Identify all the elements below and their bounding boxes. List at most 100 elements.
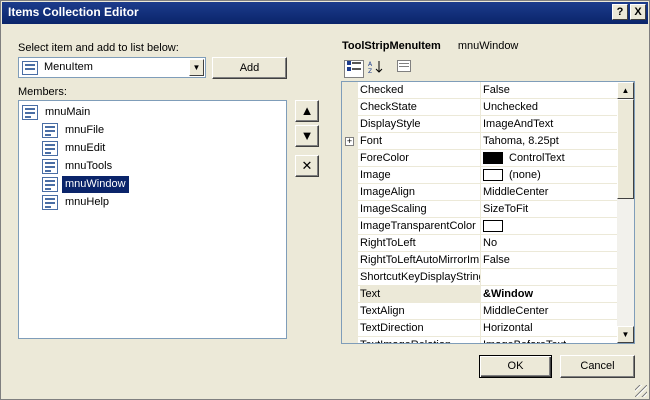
expand-plus-icon[interactable]: +: [345, 137, 354, 146]
property-value[interactable]: No: [483, 235, 617, 251]
property-value[interactable]: SizeToFit: [483, 201, 617, 217]
move-down-button[interactable]: ▼: [295, 125, 319, 147]
property-value-text: ControlText: [509, 152, 565, 164]
property-name: RightToLeft: [360, 235, 481, 251]
categorized-view-button[interactable]: [344, 60, 364, 78]
row-gutter: [342, 320, 358, 337]
select-item-label: Select item and add to list below:: [18, 42, 179, 54]
property-name: Checked: [360, 82, 481, 98]
title-bar[interactable]: Items Collection Editor ? X: [2, 2, 648, 24]
cancel-button[interactable]: Cancel: [560, 355, 635, 378]
alphabetical-view-button[interactable]: AZ: [366, 60, 386, 78]
property-row[interactable]: RightToLeft No: [342, 235, 618, 252]
row-gutter: [342, 337, 358, 343]
property-value[interactable]: MiddleCenter: [483, 184, 617, 200]
property-value[interactable]: [483, 218, 617, 234]
property-value[interactable]: Tahoma, 8.25pt: [483, 133, 617, 149]
property-value[interactable]: ControlText: [483, 150, 617, 166]
property-value[interactable]: MiddleCenter: [483, 303, 617, 319]
help-button[interactable]: ?: [612, 4, 628, 20]
property-row[interactable]: ShortcutKeyDisplayString: [342, 269, 618, 286]
property-row[interactable]: ImageAlign MiddleCenter: [342, 184, 618, 201]
add-button[interactable]: Add: [212, 57, 287, 79]
tree-node-label: mnuHelp: [65, 196, 110, 208]
property-value[interactable]: Unchecked: [483, 99, 617, 115]
property-grid[interactable]: Checked False CheckState Unchecked DisplaySt…: [341, 81, 635, 344]
property-row[interactable]: RightToLeftAutoMirrorIm False: [342, 252, 618, 269]
property-value[interactable]: [483, 269, 617, 285]
property-value-text: Unchecked: [483, 101, 539, 113]
tree-node-label: mnuTools: [65, 160, 113, 172]
tree-node-label: mnuEdit: [65, 142, 106, 154]
property-row[interactable]: Checked False: [342, 82, 618, 99]
chevron-down-icon[interactable]: ▼: [189, 59, 204, 76]
scroll-up-arrow[interactable]: ▲: [617, 82, 634, 99]
sort-az-icon: AZ: [368, 61, 383, 75]
property-value[interactable]: Horizontal: [483, 320, 617, 336]
property-pages-button[interactable]: [394, 60, 414, 78]
tree-node-label: mnuMain: [45, 106, 91, 118]
property-value-text: False: [483, 254, 510, 266]
property-row[interactable]: TextAlign MiddleCenter: [342, 303, 618, 320]
property-name: DisplayStyle: [360, 116, 481, 132]
property-value[interactable]: False: [483, 252, 617, 268]
color-swatch: [483, 152, 503, 165]
property-value[interactable]: ImageBeforeText: [483, 337, 617, 343]
property-grid-header: ToolStripMenuItem mnuWindow: [342, 40, 518, 52]
menu-item-icon: [42, 159, 58, 177]
vertical-scrollbar[interactable]: ▲ ▼: [617, 82, 634, 343]
property-object-name: mnuWindow: [457, 40, 519, 52]
property-name: ImageAlign: [360, 184, 481, 200]
members-tree[interactable]: mnuMain mnuFile mnuEdit mnuTools mnuWind…: [18, 100, 287, 339]
property-name: ImageScaling: [360, 201, 481, 217]
tree-node-label: mnuWindow: [62, 176, 129, 193]
property-row[interactable]: ImageScaling SizeToFit: [342, 201, 618, 218]
row-gutter: [342, 252, 358, 269]
move-up-button[interactable]: ▲: [295, 100, 319, 122]
arrow-down-icon: ▼: [300, 128, 314, 143]
property-row[interactable]: ImageTransparentColor: [342, 218, 618, 235]
property-value[interactable]: &Window: [483, 286, 617, 302]
property-row[interactable]: Image (none): [342, 167, 618, 184]
row-gutter: [342, 235, 358, 252]
property-value-text: No: [483, 237, 498, 249]
property-row[interactable]: ForeColor ControlText: [342, 150, 618, 167]
menu-item-icon: [42, 123, 58, 141]
window-title: Items Collection Editor: [8, 5, 139, 19]
ok-button[interactable]: OK: [479, 355, 552, 378]
delete-button[interactable]: ✕: [295, 155, 319, 177]
property-name: Font: [360, 133, 481, 149]
property-row[interactable]: TextDirection Horizontal: [342, 320, 618, 337]
item-type-combobox[interactable]: MenuItem ▼: [18, 57, 206, 78]
menu-item-icon: [42, 195, 58, 213]
property-name: ForeColor: [360, 150, 481, 166]
property-value-text: False: [483, 84, 510, 96]
property-row[interactable]: + Font Tahoma, 8.25pt: [342, 133, 618, 150]
property-value[interactable]: False: [483, 82, 617, 98]
svg-text:A: A: [368, 61, 373, 68]
row-gutter: +: [342, 133, 358, 150]
property-row[interactable]: Text &Window: [342, 286, 618, 303]
property-name: CheckState: [360, 99, 481, 115]
property-row[interactable]: TextImageRelationImageBeforeText: [342, 337, 618, 343]
property-value-text: Tahoma, 8.25pt: [483, 135, 559, 147]
property-value[interactable]: (none): [483, 167, 617, 183]
property-row[interactable]: CheckState Unchecked: [342, 99, 618, 116]
row-gutter: [342, 184, 358, 201]
property-type-name: ToolStripMenuItem: [342, 40, 441, 52]
property-name: ShortcutKeyDisplayString: [360, 269, 481, 285]
property-value-text: ImageAndText: [483, 118, 554, 130]
delete-icon: ✕: [301, 158, 313, 173]
tree-node-label: mnuFile: [65, 124, 105, 136]
row-gutter: [342, 303, 358, 320]
row-gutter: [342, 218, 358, 235]
property-name: ImageTransparentColor: [360, 218, 481, 234]
property-value[interactable]: ImageAndText: [483, 116, 617, 132]
property-name: TextImageRelation: [360, 337, 481, 343]
scroll-down-arrow[interactable]: ▼: [617, 326, 634, 343]
property-row[interactable]: DisplayStyle ImageAndText: [342, 116, 618, 133]
property-name: Text: [360, 286, 481, 302]
scroll-thumb[interactable]: [617, 99, 634, 199]
resize-grip[interactable]: [635, 385, 647, 397]
close-button[interactable]: X: [630, 4, 646, 20]
